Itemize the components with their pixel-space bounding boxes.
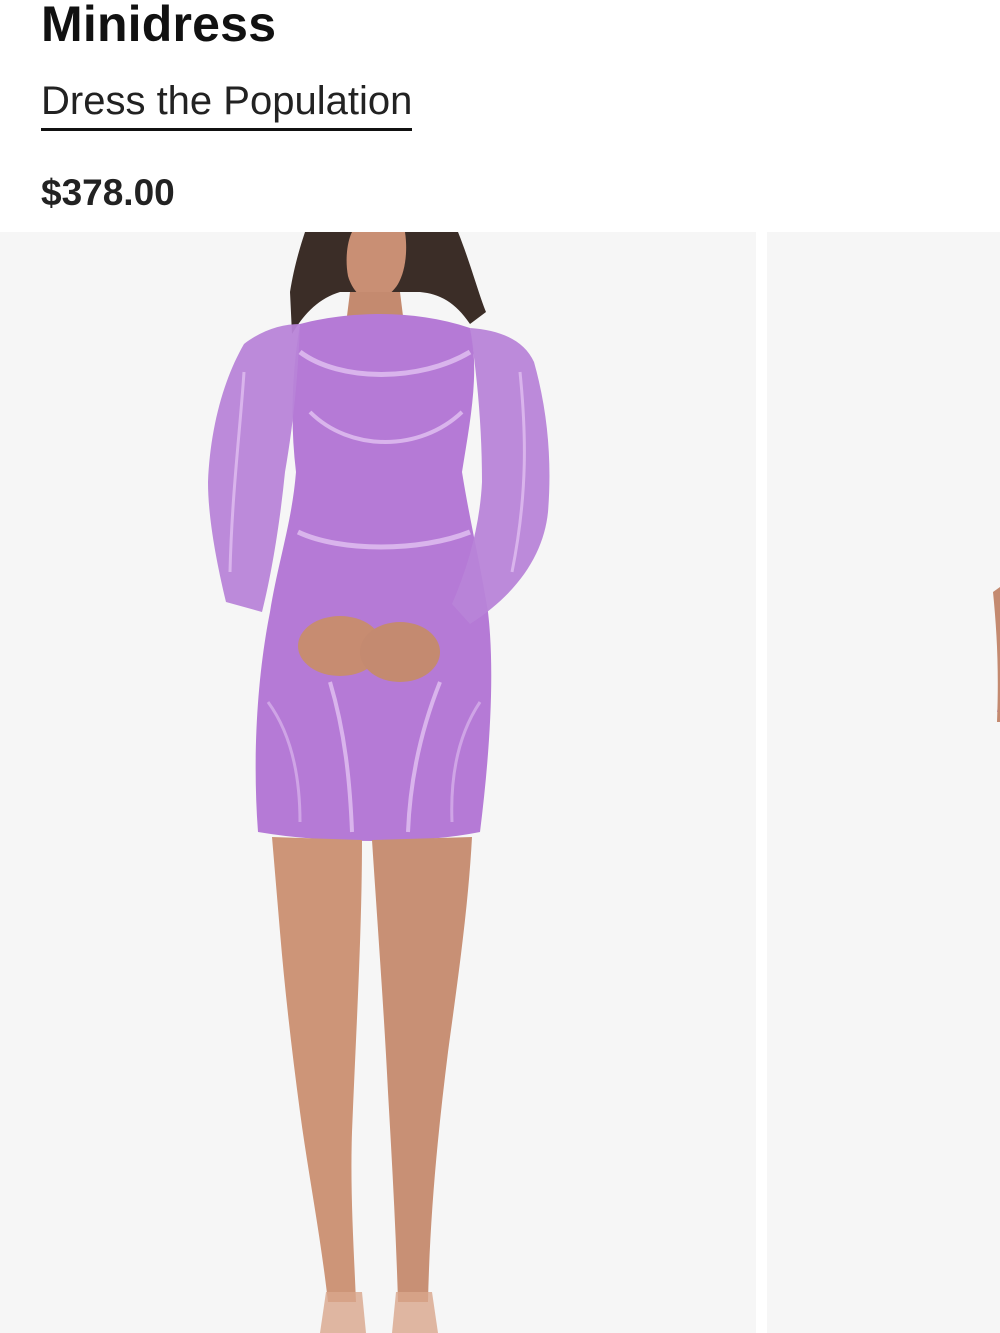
brand-link[interactable]: Dress the Population [41, 76, 413, 131]
dress-model-illustration [208, 232, 550, 1333]
product-title: Minidress [41, 0, 277, 52]
product-page: Minidress Dress the Population $378.00 [0, 0, 1000, 1333]
product-header: Minidress Dress the Population $378.00 [41, 0, 961, 230]
product-image-gallery[interactable] [0, 232, 1000, 1333]
product-image-next[interactable] [767, 232, 1000, 1333]
dress-model-illustration-partial [993, 337, 1000, 722]
product-price: $378.00 [41, 172, 175, 213]
product-image-main[interactable] [0, 232, 756, 1333]
